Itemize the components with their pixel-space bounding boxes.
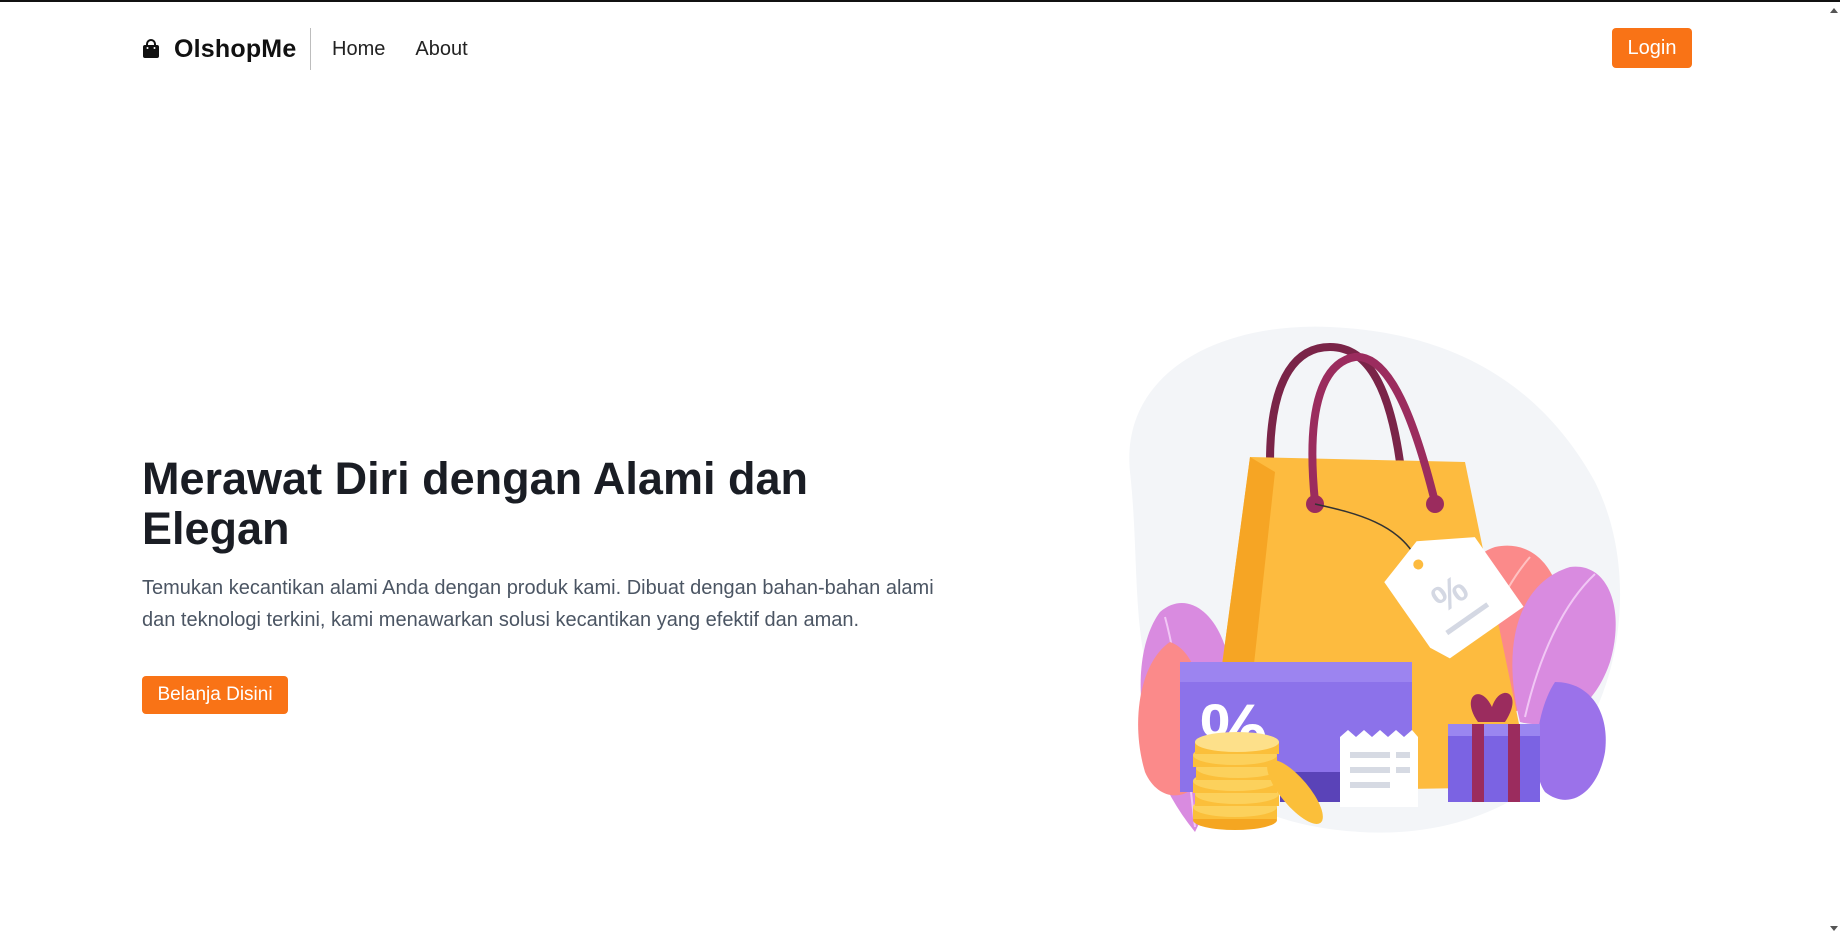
navbar: OlshopMe Home About Login xyxy=(142,26,1692,72)
scrollbar[interactable] xyxy=(1826,2,1840,933)
scroll-down-arrow[interactable] xyxy=(1830,926,1838,931)
brand-link[interactable]: OlshopMe xyxy=(142,26,296,72)
nav-link-home[interactable]: Home xyxy=(332,38,385,61)
hero-title: Merawat Diri dengan Alami dan Elegan xyxy=(142,453,808,554)
shop-now-button[interactable]: Belanja Disini xyxy=(142,676,288,714)
nav-divider xyxy=(310,28,311,70)
page: OlshopMe Home About Login Merawat Diri d… xyxy=(0,0,1840,933)
login-button[interactable]: Login xyxy=(1612,28,1692,68)
shopping-bag-icon xyxy=(143,39,159,58)
brand-name: OlshopMe xyxy=(174,34,297,63)
nav-links: Home About xyxy=(332,26,498,72)
scroll-up-arrow[interactable] xyxy=(1830,8,1838,13)
shopping-bag-illustration: % % xyxy=(1129,326,1621,833)
nav-link-about[interactable]: About xyxy=(415,38,467,61)
receipt xyxy=(1340,730,1418,807)
hero-description: Temukan kecantikan alami Anda dengan pro… xyxy=(142,577,934,631)
